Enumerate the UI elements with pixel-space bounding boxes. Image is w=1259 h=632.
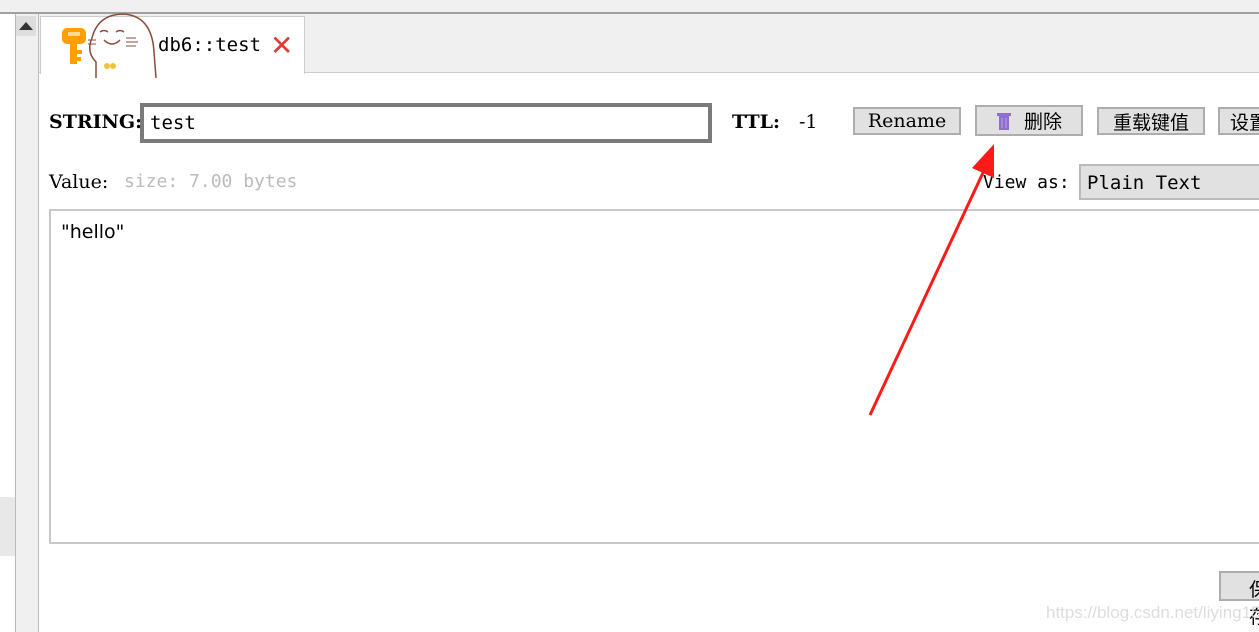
annotation-arrow: [868, 144, 994, 416]
key-tree-selected-row[interactable]: [0, 497, 15, 556]
top-bar: [0, 0, 1259, 14]
scrollbar[interactable]: [15, 14, 39, 632]
close-icon[interactable]: ✕: [270, 32, 293, 60]
settings-button[interactable]: 设置: [1218, 107, 1259, 135]
key-name-input[interactable]: [140, 103, 712, 143]
settings-label: 设置: [1230, 111, 1259, 134]
ttl-label: TTL:: [732, 111, 780, 133]
scroll-up-button[interactable]: [16, 16, 36, 36]
mascot-sticker-icon: [88, 13, 157, 79]
rename-label: Rename: [867, 110, 947, 132]
delete-button[interactable]: 删除: [975, 105, 1083, 136]
reload-button[interactable]: 重载键值: [1097, 107, 1205, 135]
view-as-select[interactable]: Plain Text: [1079, 164, 1259, 200]
arrow-up-icon: [19, 22, 33, 30]
watermark: https://blog.csdn.net/liying15: [1046, 603, 1259, 622]
trash-icon: [996, 112, 1011, 130]
value-label: Value:: [49, 171, 109, 193]
ttl-value: -1: [799, 111, 818, 133]
rename-button[interactable]: Rename: [853, 107, 961, 135]
key-icon: [62, 28, 86, 64]
value-editor[interactable]: "hello": [49, 209, 1259, 544]
key-type-label: STRING:: [49, 111, 143, 133]
reload-label: 重载键值: [1112, 111, 1189, 134]
value-size: size: 7.00 bytes: [124, 171, 298, 192]
save-button[interactable]: 保存: [1219, 571, 1259, 628]
tab-label: db6::test: [158, 34, 261, 56]
delete-label: 删除: [1023, 111, 1062, 133]
